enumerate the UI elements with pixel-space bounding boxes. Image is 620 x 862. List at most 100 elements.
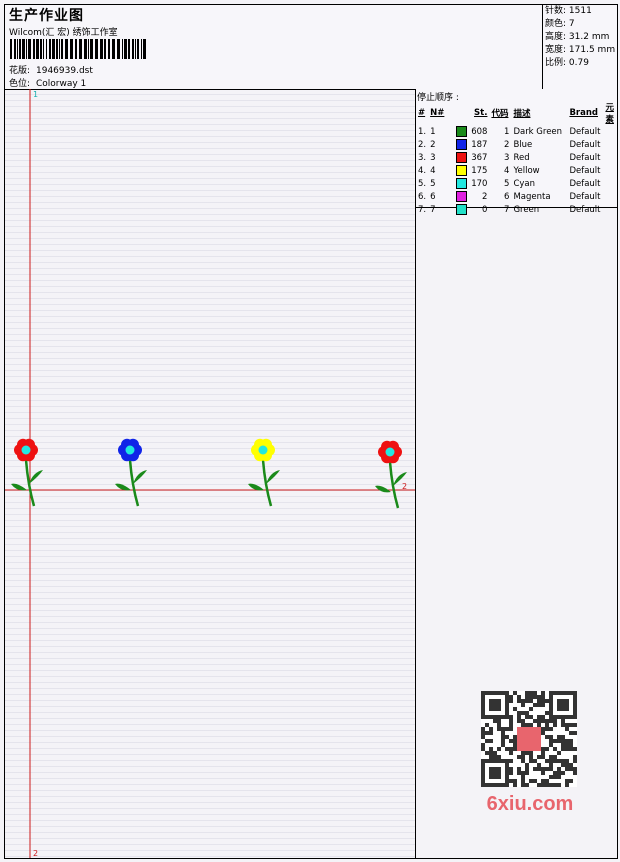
seq-stitches: 0 (482, 204, 488, 215)
colorway-value: Colorway 1 (36, 79, 87, 89)
design-preview (5, 89, 415, 858)
seq-needle: 1 (430, 126, 436, 137)
seq-element (603, 151, 617, 164)
seq-description: Blue (513, 139, 533, 150)
watermark-text: 6xiu.com (486, 793, 574, 815)
colorway-label: 色位: (9, 79, 31, 89)
flower-motif (248, 438, 280, 507)
seq-swatch (454, 164, 469, 177)
stat-width: 宽度: 171.5 mm (545, 45, 616, 55)
flower-motif (375, 440, 407, 509)
sequence-row: 3. 3 367 3 Red Default (416, 151, 617, 164)
seq-needle: 7 (430, 204, 436, 215)
seq-brand: Default (569, 165, 601, 176)
seq-index: 2. (418, 139, 427, 150)
design-file-line: 花版: 1946939.dst (9, 63, 93, 76)
seq-index: 1. (418, 126, 427, 137)
seq-stitches: 175 (471, 165, 488, 176)
seq-element (603, 203, 617, 216)
seq-code: 3 (504, 152, 510, 163)
seq-swatch (454, 151, 469, 164)
seq-description: Dark Green (513, 126, 563, 137)
seq-index: 6. (418, 191, 427, 202)
seq-index: 7. (418, 204, 427, 215)
sequence-row: 1. 1 608 1 Dark Green Default (416, 125, 617, 138)
seq-brand: Default (569, 191, 601, 202)
sequence-row: 7. 7 0 7 Green Default (416, 203, 617, 216)
seq-code: 7 (504, 204, 510, 215)
seq-swatch (454, 177, 469, 190)
seq-index: 4. (418, 165, 427, 176)
design-file-value: 1946939.dst (36, 66, 93, 76)
barcode (10, 39, 146, 59)
seq-brand: Default (569, 178, 601, 189)
col-index: # (418, 108, 426, 118)
seq-stitches: 2 (482, 191, 488, 202)
col-brand: Brand (569, 108, 598, 118)
seq-stitches: 187 (471, 139, 488, 150)
seq-code: 4 (504, 165, 510, 176)
seq-brand: Default (569, 126, 601, 137)
color-swatch (456, 178, 468, 189)
stat-height: 高度: 31.2 mm (545, 32, 610, 42)
seq-needle: 5 (430, 178, 436, 189)
stop-sequence-panel: 停止顺序 : # N# St. 代码 描述 Brand 元素 1. 1 608 1 Da… (416, 89, 617, 215)
seq-description: Yellow (513, 165, 540, 176)
seq-description: Magenta (513, 191, 551, 202)
seq-stitches: 608 (471, 126, 488, 137)
design-canvas: 1 2 2 (5, 89, 416, 858)
start-marker: 1 (33, 90, 39, 99)
seq-description: Cyan (513, 178, 535, 189)
qr-code (481, 691, 577, 787)
col-description: 描述 (513, 109, 531, 119)
stats-box: 针数: 1511 颜色: 7 高度: 31.2 mm 宽度: 171.5 mm … (542, 5, 618, 89)
seq-swatch (454, 190, 469, 203)
sequence-row: 4. 4 175 4 Yellow Default (416, 164, 617, 177)
seq-swatch (454, 138, 469, 151)
table-header-row: # N# St. 代码 描述 Brand 元素 (416, 101, 617, 125)
sheet-header: 生产作业图 Wilcom(汇 宏) 绣饰工作室 花版: 1946939.dst 色… (5, 5, 617, 90)
seq-description: Green (513, 204, 540, 215)
stat-stitches: 针数: 1511 (545, 6, 592, 16)
qr-watermark: 6xiu.com (471, 685, 589, 819)
seq-element (603, 125, 617, 138)
end-marker-right: 2 (402, 482, 408, 491)
seq-code: 6 (504, 191, 510, 202)
color-swatch (456, 152, 468, 163)
seq-needle: 4 (430, 165, 436, 176)
color-swatch (456, 204, 468, 215)
col-stitches: St. (474, 108, 488, 118)
seq-swatch (454, 203, 469, 216)
seq-element (603, 190, 617, 203)
colorway-line: 色位: Colorway 1 (9, 76, 86, 89)
col-element: 元素 (605, 103, 614, 125)
flower-motif (11, 438, 43, 507)
col-needle: N# (430, 108, 445, 118)
design-file-label: 花版: (9, 66, 31, 76)
page-title: 生产作业图 (9, 8, 84, 24)
seq-brand: Default (569, 204, 601, 215)
seq-description: Red (513, 152, 530, 163)
seq-index: 3. (418, 152, 427, 163)
seq-element (603, 138, 617, 151)
stat-colors: 颜色: 7 (545, 19, 575, 29)
company-name: Wilcom(汇 宏) 绣饰工作室 (9, 28, 118, 38)
seq-element (603, 177, 617, 190)
seq-stitches: 170 (471, 178, 488, 189)
seq-needle: 3 (430, 152, 436, 163)
seq-brand: Default (569, 139, 601, 150)
seq-swatch (454, 125, 469, 138)
flower-motif (115, 438, 147, 507)
sequence-row: 6. 6 2 6 Magenta Default (416, 190, 617, 203)
seq-needle: 2 (430, 139, 436, 150)
production-sheet: 生产作业图 Wilcom(汇 宏) 绣饰工作室 花版: 1946939.dst 色… (4, 4, 618, 859)
stop-sequence-table: # N# St. 代码 描述 Brand 元素 1. 1 608 1 Dark Gree… (416, 101, 617, 216)
seq-brand: Default (569, 152, 601, 163)
color-swatch (456, 139, 468, 150)
seq-needle: 6 (430, 191, 436, 202)
sequence-row: 5. 5 170 5 Cyan Default (416, 177, 617, 190)
color-swatch (456, 191, 468, 202)
color-swatch (456, 126, 468, 137)
seq-stitches: 367 (471, 152, 488, 163)
color-swatch (456, 165, 468, 176)
